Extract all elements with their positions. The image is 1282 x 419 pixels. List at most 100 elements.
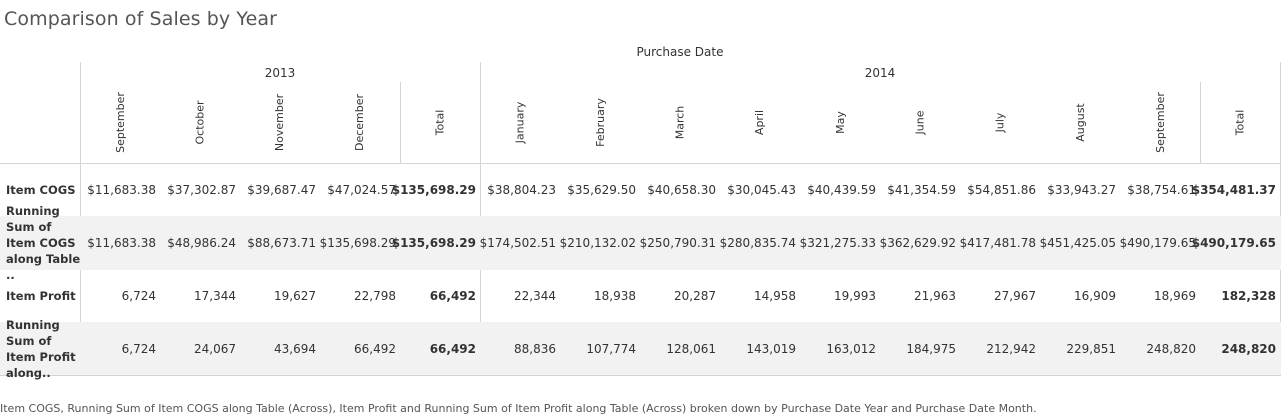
month-header: February [560, 90, 640, 154]
table-cell: $210,132.02 [559, 236, 636, 250]
month-header: May [800, 90, 880, 154]
table-cell: 43,694 [274, 341, 316, 356]
table-cell: 19,627 [274, 289, 316, 303]
table-cell: $39,687.47 [247, 183, 316, 197]
table-cell: $41,354.59 [887, 183, 956, 197]
table-cell-total: $490,179.65 [1191, 236, 1276, 250]
table-cell: $37,302.87 [167, 183, 236, 197]
table-cell: $135,698.29 [319, 236, 396, 250]
table-cell: $11,683.38 [87, 183, 156, 197]
month-header: March [640, 90, 720, 154]
month-header: January [480, 90, 560, 154]
row-header-label: Item COGS [6, 183, 76, 197]
table-cell-total: $135,698.29 [391, 183, 476, 197]
month-header-label: September [1153, 91, 1167, 153]
month-header-label: November [273, 93, 287, 151]
month-header: September [1120, 90, 1200, 154]
table-cell: $40,439.59 [807, 183, 876, 197]
month-header-label: May [833, 110, 847, 134]
month-header-label: January [513, 101, 527, 143]
table-cell: 66,492 [354, 341, 396, 356]
table-cell-total: 66,492 [429, 341, 476, 356]
table-cell: $451,425.05 [1039, 236, 1116, 250]
month-header: Total [1200, 90, 1280, 154]
table-cell: $417,481.78 [959, 236, 1036, 250]
table-cell: $88,673.71 [247, 236, 316, 250]
table-cell: 19,993 [834, 289, 876, 303]
table-cell: 184,975 [906, 341, 956, 356]
table-cell: $362,629.92 [879, 236, 956, 250]
table-cell: 6,724 [121, 289, 156, 303]
month-header: December [320, 90, 400, 154]
year-header-2014: 2014 [864, 66, 896, 80]
table-cell: $38,804.23 [487, 183, 556, 197]
table-cell: $40,658.30 [647, 183, 716, 197]
table-cell: $321,275.33 [799, 236, 876, 250]
row-header-label: Item Profit [6, 289, 76, 303]
table-cell-total: $354,481.37 [1191, 183, 1276, 197]
table-cell: 16,909 [1074, 289, 1116, 303]
month-header-label: June [913, 110, 927, 134]
table-cell: 128,061 [666, 341, 716, 356]
month-header: October [160, 90, 240, 154]
table-cell: $54,851.86 [967, 183, 1036, 197]
table-cell: 20,287 [674, 289, 716, 303]
month-header-label: August [1073, 102, 1087, 142]
month-header-label: April [753, 109, 767, 135]
table-cell-total: 182,328 [1221, 289, 1276, 303]
table-cell: 21,963 [914, 289, 956, 303]
month-header: June [880, 90, 960, 154]
month-header-label: July [993, 112, 1007, 132]
month-header: July [960, 90, 1040, 154]
gridline-horizontal [0, 375, 1281, 376]
table-cell: 22,344 [514, 289, 556, 303]
table-cell: 143,019 [746, 341, 796, 356]
table-cell: $35,629.50 [567, 183, 636, 197]
month-header: August [1040, 90, 1120, 154]
table-cell: 27,967 [994, 289, 1036, 303]
column-field-label: Purchase Date [636, 45, 724, 59]
month-header-label: Total [1233, 109, 1247, 135]
table-cell: 6,724 [121, 341, 156, 356]
table-cell: $47,024.57 [327, 183, 396, 197]
table-cell: 18,969 [1154, 289, 1196, 303]
table-cell-total: 248,820 [1221, 341, 1276, 356]
chart-title: Comparison of Sales by Year [4, 8, 278, 30]
table-cell: 229,851 [1066, 341, 1116, 356]
month-header: April [720, 90, 800, 154]
table-cell: $250,790.31 [639, 236, 716, 250]
month-header-label: Total [433, 109, 447, 135]
month-header-label: February [593, 97, 607, 147]
table-cell: 17,344 [194, 289, 236, 303]
month-header: Total [400, 90, 480, 154]
table-cell: 107,774 [586, 341, 636, 356]
table-cell: 163,012 [826, 341, 876, 356]
row-header: Running Sum of Item Profit along.. [6, 318, 82, 380]
table-cell: 14,958 [754, 289, 796, 303]
month-header-label: October [193, 99, 207, 145]
table-cell: $33,943.27 [1047, 183, 1116, 197]
table-cell: 248,820 [1146, 341, 1196, 356]
table-cell-total: $135,698.29 [391, 236, 476, 250]
month-header: September [80, 90, 160, 154]
month-header-label: December [353, 93, 367, 151]
month-header-label: March [673, 105, 687, 139]
row-header: Item Profit [6, 270, 82, 322]
table-cell: 18,938 [594, 289, 636, 303]
month-header-label: September [113, 91, 127, 153]
table-cell: 22,798 [354, 289, 396, 303]
footnote: Item COGS, Running Sum of Item COGS alon… [0, 402, 1037, 415]
table-cell: 24,067 [194, 341, 236, 356]
table-cell: $280,835.74 [719, 236, 796, 250]
table-cell: 212,942 [986, 341, 1036, 356]
table-cell: $11,683.38 [87, 236, 156, 250]
table-cell: $174,502.51 [479, 236, 556, 250]
table-cell-total: 66,492 [429, 289, 476, 303]
table-cell: $30,045.43 [727, 183, 796, 197]
year-header-2013: 2013 [264, 66, 296, 80]
row-header: Running Sum of Item COGS along Table .. [6, 204, 82, 282]
table-cell: $490,179.65 [1119, 236, 1196, 250]
table-cell: $48,986.24 [167, 236, 236, 250]
table-cell: 88,836 [514, 341, 556, 356]
table-cell: $38,754.61 [1127, 183, 1196, 197]
